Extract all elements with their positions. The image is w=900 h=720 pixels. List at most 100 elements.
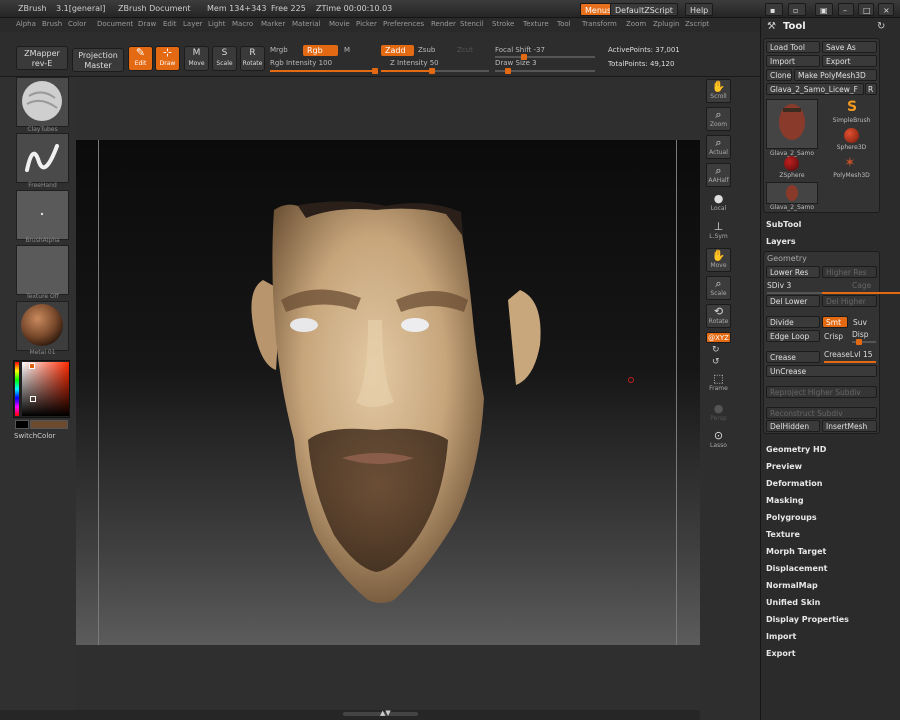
menu-render[interactable]: Render [431,20,456,28]
clone-button[interactable]: Clone [766,69,792,81]
zsub-toggle[interactable]: Zsub [418,46,435,54]
m-toggle[interactable]: M [344,46,350,54]
section-preview[interactable]: Preview [766,462,802,471]
rotate-y-icon[interactable]: ↻ [712,345,720,355]
brush-thumbnail[interactable] [16,77,69,127]
persp-button[interactable]: ● Persp [706,402,731,426]
section-geometry-hd[interactable]: Geometry HD [766,445,826,454]
subtool-section[interactable]: SubTool [766,220,801,229]
switch-color-button[interactable]: SwitchColor [14,432,55,440]
actual-button[interactable]: ⌕ Actual [706,135,731,159]
reconstruct-subdiv-button[interactable]: Reconstruct Subdiv [766,407,877,419]
section-display-properties[interactable]: Display Properties [766,615,849,624]
menu-zoom[interactable]: Zoom [626,20,646,28]
menu-tool[interactable]: Tool [557,20,571,28]
menu-texture[interactable]: Texture [523,20,549,28]
zadd-toggle[interactable]: Zadd [381,45,414,56]
sdiv-slider[interactable] [767,292,900,294]
stroke-thumbnail[interactable] [16,133,69,183]
saturation-field[interactable] [22,362,69,416]
canvas-area[interactable] [76,77,700,710]
export-button[interactable]: Export [822,55,877,67]
zmapper-button[interactable]: ZMapper rev-E [16,46,68,70]
help-button[interactable]: Help [685,3,714,16]
head-model[interactable] [76,140,700,645]
insertmesh-button[interactable]: InsertMesh [822,420,877,432]
del-higher-button[interactable]: Del Higher [822,295,877,307]
uncrease-button[interactable]: UnCrease [766,365,877,377]
disp-handle[interactable] [856,339,862,345]
frame-button[interactable]: ⬚ Frame [706,372,731,396]
window-icon[interactable]: ▫ [788,3,806,16]
menu-zplugin[interactable]: Zplugin [653,20,679,28]
zsphere-icon[interactable] [784,156,799,171]
crease-level-slider[interactable] [824,361,876,363]
rotate-z-icon[interactable]: ↺ [712,357,720,367]
reproject-button[interactable]: Reproject Higher Subdiv [766,386,877,398]
divide-button[interactable]: Divide [766,316,820,328]
menu-picker[interactable]: Picker [356,20,377,28]
lock-icon[interactable]: ▣ [815,3,833,16]
lasso-button[interactable]: ⊙ Lasso [706,429,731,453]
hue-strip[interactable] [15,362,19,416]
refresh-icon[interactable]: ↻ [877,21,885,32]
menu-zscript[interactable]: Zscript [685,20,709,28]
section-export[interactable]: Export [766,649,796,658]
menu-stencil[interactable]: Stencil [460,20,484,28]
suv-toggle[interactable]: Suv [853,318,867,327]
menu-material[interactable]: Material [292,20,320,28]
color-picker-cursor[interactable] [30,396,36,402]
lsym-button[interactable]: ⊥ L.Sym [706,220,731,244]
make-polymesh-button[interactable]: Make PolyMesh3D [794,69,877,81]
menu-color[interactable]: Color [68,20,86,28]
section-morph-target[interactable]: Morph Target [766,547,826,556]
draw-button[interactable]: ⊹ Draw [155,46,180,71]
draw-size-slider[interactable] [495,68,595,74]
lower-res-button[interactable]: Lower Res [766,266,820,278]
menu-document[interactable]: Document [97,20,133,28]
menu-draw[interactable]: Draw [138,20,156,28]
bottom-tray-bar[interactable]: ▲▼ [0,709,760,720]
palette-icon[interactable]: ▪ [765,3,783,16]
alpha-thumbnail[interactable] [16,190,69,240]
draw-size-handle[interactable] [505,68,511,74]
menu-brush[interactable]: Brush [42,20,62,28]
z-intensity-handle[interactable] [429,68,435,74]
color-picker[interactable] [13,360,70,418]
local-button[interactable]: ● Local [706,192,731,216]
menu-movie[interactable]: Movie [329,20,350,28]
section-polygroups[interactable]: Polygroups [766,513,817,522]
section-unified-skin[interactable]: Unified Skin [766,598,820,607]
scale-view-button[interactable]: ⌕ Scale [706,276,731,300]
current-tool-field[interactable]: Glava_2_Samo_Licew_F [766,83,864,95]
menu-transform[interactable]: Transform [582,20,617,28]
zoom-button[interactable]: ⌕ Zoom [706,107,731,131]
rgb-toggle[interactable]: Rgb [303,45,338,56]
menu-stroke[interactable]: Stroke [492,20,514,28]
section-normalmap[interactable]: NormalMap [766,581,818,590]
zcut-toggle[interactable]: Zcut [457,46,473,54]
menu-layer[interactable]: Layer [183,20,203,28]
section-import[interactable]: Import [766,632,796,641]
menu-light[interactable]: Light [208,20,225,28]
cage-button[interactable]: Cage [852,281,871,290]
del-lower-button[interactable]: Del Lower [766,295,820,307]
aahalf-button[interactable]: ⌕ AAHalf [706,163,731,187]
maximize-icon[interactable]: □ [858,3,874,16]
close-icon[interactable]: × [878,3,894,16]
edit-button[interactable]: ✎ Edit [128,46,153,71]
secondary-color-swatch[interactable] [15,420,29,429]
material-thumbnail[interactable] [16,301,69,351]
menu-preferences[interactable]: Preferences [383,20,424,28]
import-button[interactable]: Import [766,55,820,67]
layers-section[interactable]: Layers [766,237,796,246]
document-canvas[interactable] [76,140,700,645]
section-displacement[interactable]: Displacement [766,564,827,573]
menu-edit[interactable]: Edit [163,20,177,28]
section-masking[interactable]: Masking [766,496,804,505]
texture-thumbnail[interactable] [16,245,69,295]
menu-marker[interactable]: Marker [261,20,285,28]
focal-shift-slider[interactable] [495,54,595,60]
edge-loop-button[interactable]: Edge Loop [766,330,820,342]
rotate-view-button[interactable]: ⟲ Rotate [706,304,731,328]
